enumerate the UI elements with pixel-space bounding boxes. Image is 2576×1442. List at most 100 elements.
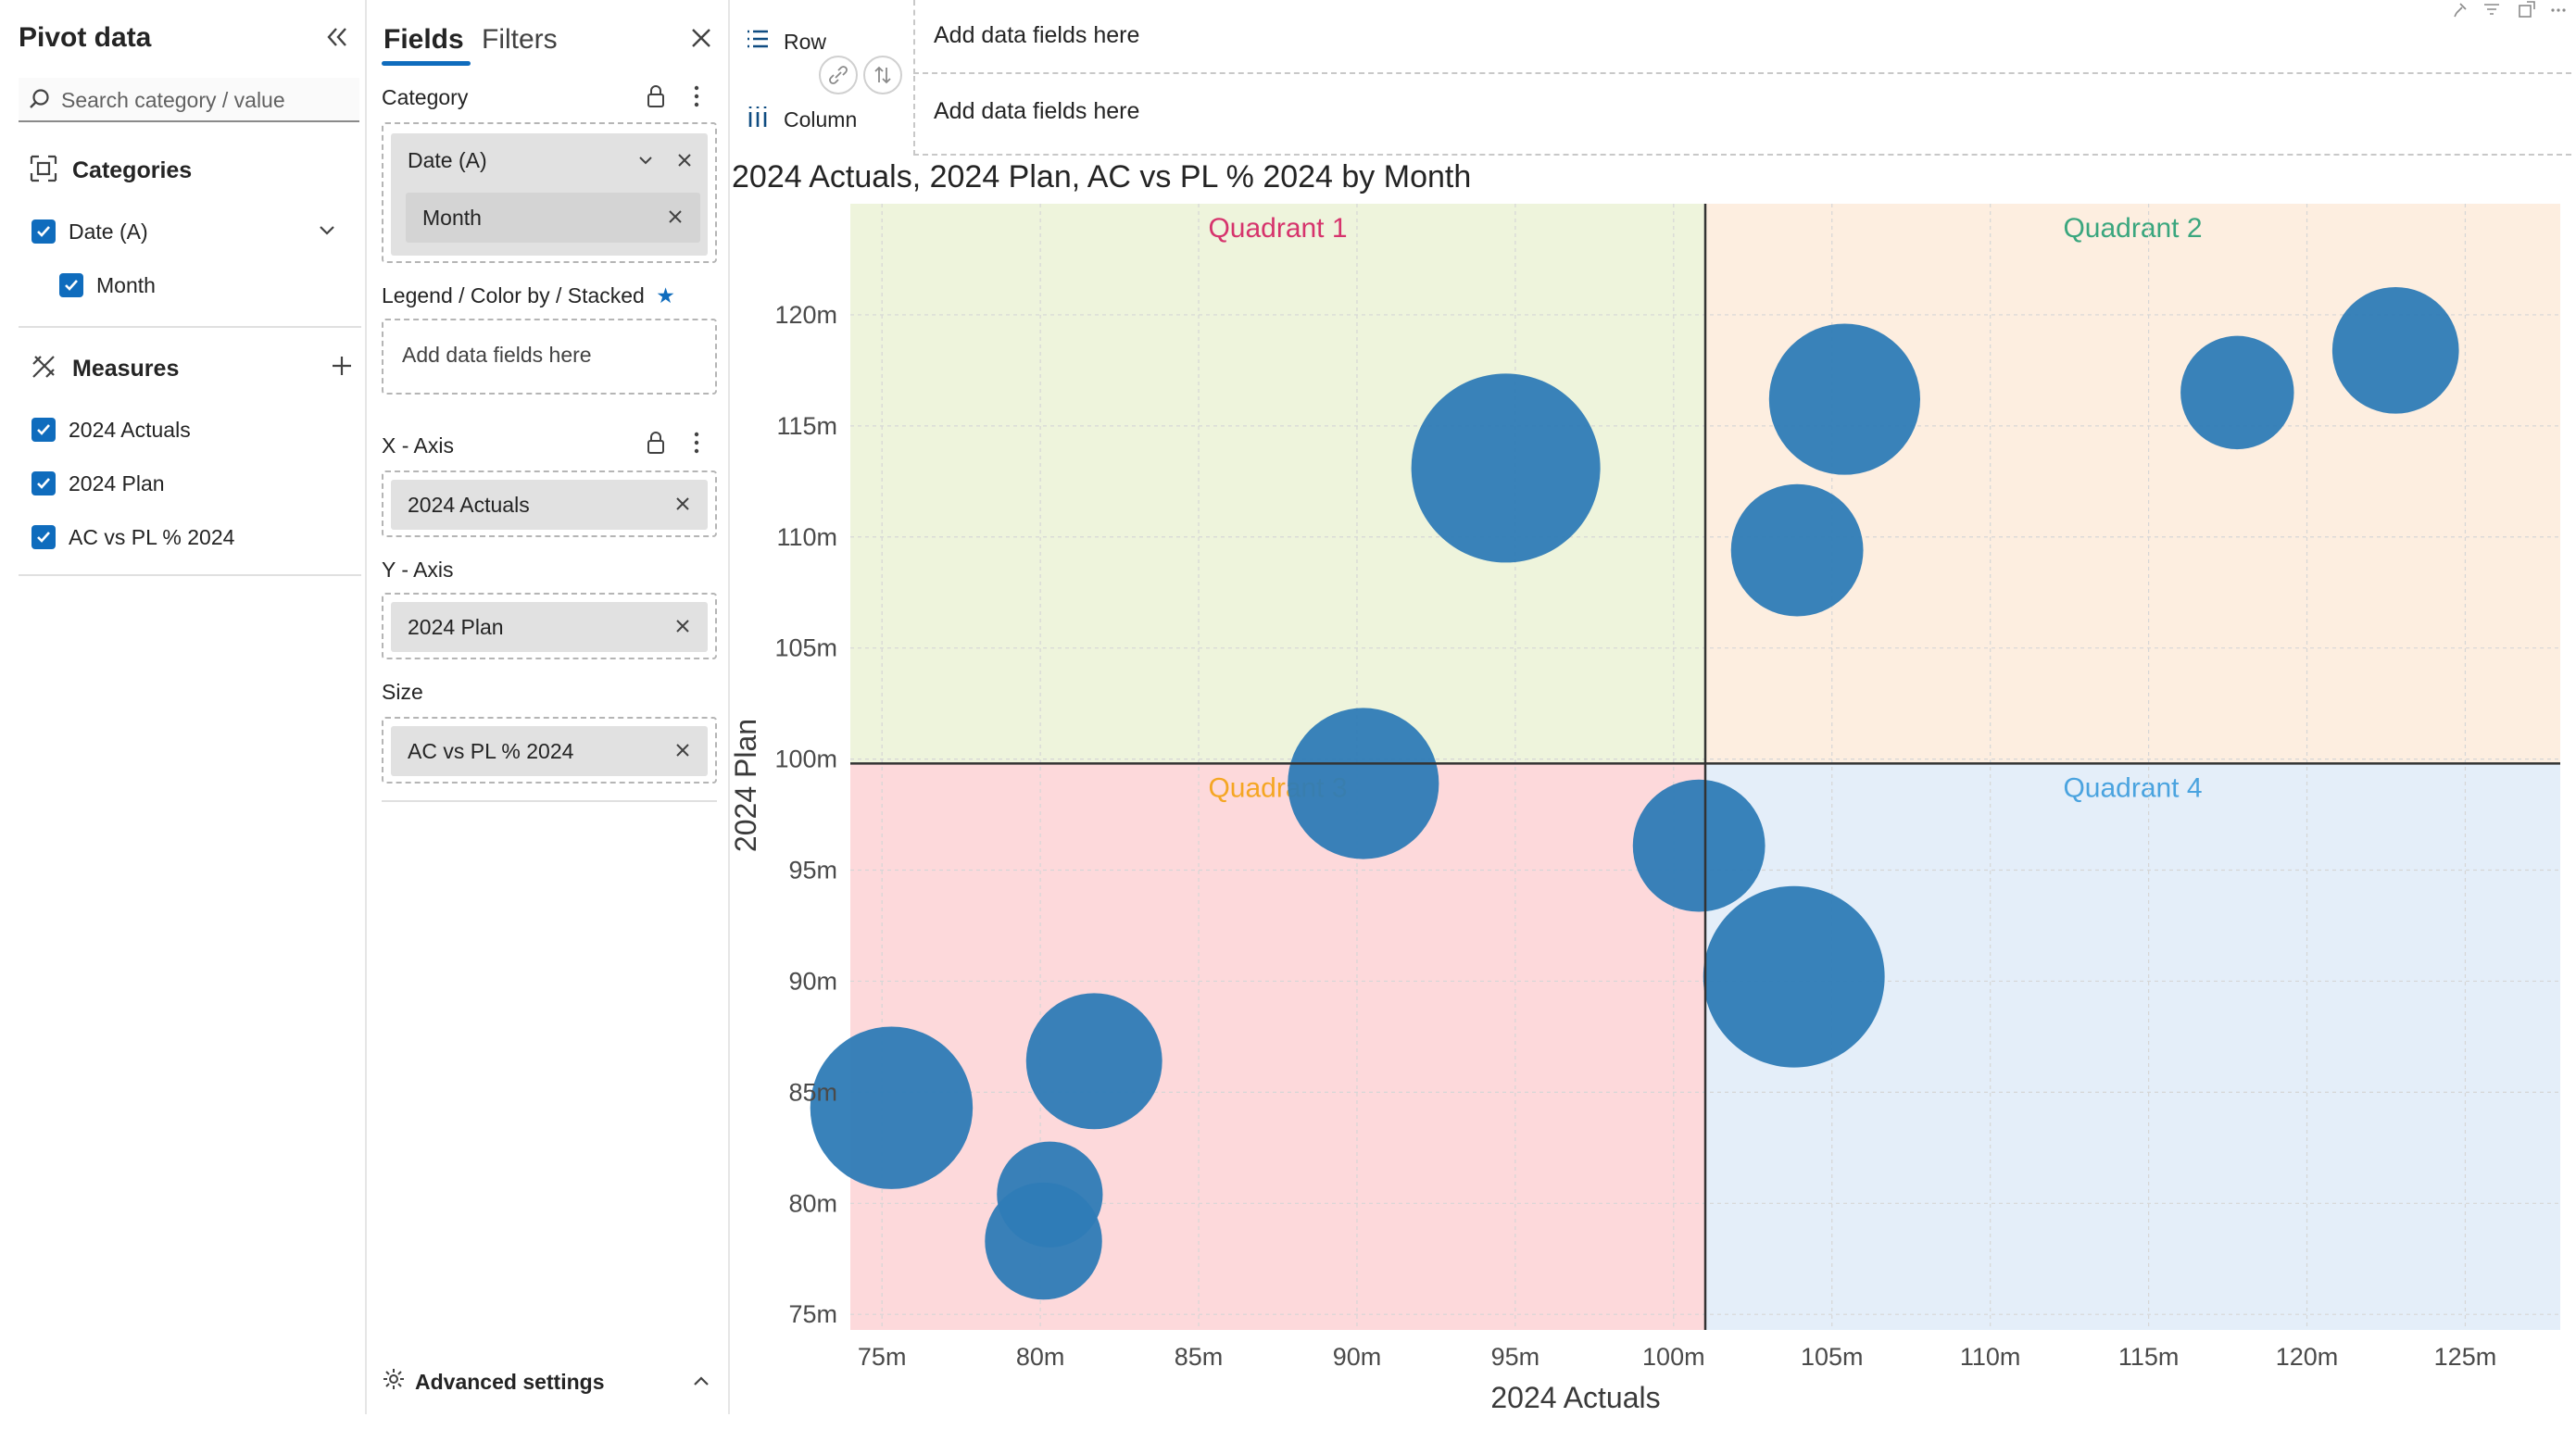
x-tick-label: 115m — [2118, 1343, 2180, 1371]
measure-item[interactable]: 2024 Plan — [31, 467, 165, 500]
checkbox-checked[interactable] — [31, 471, 56, 495]
more-options-icon[interactable] — [684, 430, 710, 456]
yaxis-well[interactable]: 2024 Plan — [382, 593, 717, 659]
measure-item[interactable]: 2024 Actuals — [31, 413, 191, 446]
row-drop-zone[interactable]: Add data fields here — [913, 0, 2571, 74]
y-tick-label: 100m — [774, 746, 837, 773]
expand-icon[interactable] — [2519, 1, 2535, 18]
x-tick-label: 95m — [1491, 1343, 1540, 1371]
x-tick-label: 100m — [1642, 1343, 1705, 1371]
x-tick-label: 110m — [1960, 1343, 2021, 1371]
measure-item[interactable]: AC vs PL % 2024 — [31, 520, 234, 554]
remove-icon[interactable] — [672, 494, 695, 516]
search-icon — [28, 87, 52, 111]
star-icon: ★ — [656, 283, 675, 307]
chevron-down-icon[interactable] — [635, 150, 656, 176]
categories-icon — [28, 153, 59, 189]
bubble-point — [1025, 993, 1162, 1130]
subcategory-chip-label: Month — [422, 205, 482, 230]
y-tick-label: 75m — [788, 1300, 837, 1328]
chart-title: 2024 Actuals, 2024 Plan, AC vs PL % 2024… — [732, 159, 1472, 194]
checkbox-checked[interactable] — [31, 219, 56, 244]
bubble-point — [810, 1026, 974, 1189]
more-icon[interactable] — [2551, 8, 2566, 12]
yaxis-chip[interactable]: 2024 Plan — [391, 602, 708, 652]
add-measure-icon[interactable] — [328, 352, 356, 380]
filter-icon[interactable] — [2484, 4, 2499, 15]
column-drop-zone[interactable]: Add data fields here — [913, 76, 2571, 156]
bubble-point — [985, 1182, 1102, 1300]
more-options-icon[interactable] — [684, 83, 710, 109]
collapse-pane-icon[interactable] — [320, 20, 354, 54]
category-item-label: Date (A) — [69, 219, 148, 244]
remove-icon[interactable] — [674, 150, 695, 176]
size-chip-label: AC vs PL % 2024 — [408, 738, 574, 763]
lock-icon[interactable] — [643, 83, 669, 109]
size-well-label: Size — [382, 680, 423, 704]
close-icon[interactable] — [685, 22, 717, 54]
measures-header: Measures — [28, 350, 179, 387]
fields-pane: Fields Filters Category Date (A) Month L… — [369, 0, 730, 1414]
quadrant-3-area — [850, 763, 1705, 1330]
section-divider — [19, 326, 361, 328]
x-tick-label: 75m — [858, 1343, 907, 1371]
category-well[interactable]: Date (A) Month — [382, 122, 717, 263]
subcategory-chip[interactable]: Month — [406, 193, 700, 243]
bubble-point — [1730, 483, 1864, 617]
column-well-label: Column — [745, 104, 857, 135]
y-axis-title: 2024 Plan — [729, 719, 762, 852]
measure-item-label: 2024 Actuals — [69, 417, 191, 442]
section-divider — [382, 800, 717, 802]
row-placeholder: Add data fields here — [934, 22, 1140, 48]
advanced-settings-label: Advanced settings — [415, 1369, 605, 1394]
measure-item-label: 2024 Plan — [69, 470, 165, 495]
link-icon[interactable] — [819, 56, 858, 94]
remove-icon[interactable] — [672, 616, 695, 638]
row-label: Row — [784, 29, 827, 54]
quadrant-label: Quadrant 2 — [2063, 213, 2202, 244]
bubble-point — [2331, 286, 2459, 414]
search-input[interactable] — [61, 83, 348, 117]
pane-title: Pivot data — [19, 22, 152, 53]
pivot-data-pane: Pivot data Categories Date (A) Month Mea… — [6, 0, 367, 1414]
lock-icon[interactable] — [643, 430, 669, 456]
checkbox-checked[interactable] — [59, 273, 83, 297]
category-item-label: Month — [96, 272, 156, 297]
category-item-date[interactable]: Date (A) — [31, 215, 148, 248]
bubble-point — [2180, 335, 2294, 450]
checkbox-checked[interactable] — [31, 525, 56, 549]
y-tick-label: 95m — [788, 857, 837, 884]
legend-label-text: Legend / Color by / Stacked — [382, 283, 645, 307]
xaxis-chip[interactable]: 2024 Actuals — [391, 480, 708, 530]
legend-well[interactable]: Add data fields here — [382, 319, 717, 395]
yaxis-well-label: Y - Axis — [382, 558, 454, 582]
category-chip[interactable]: Date (A) Month — [391, 133, 708, 256]
xaxis-chip-label: 2024 Actuals — [408, 492, 530, 517]
category-item-month[interactable]: Month — [59, 269, 156, 302]
xaxis-well-label: X - Axis — [382, 433, 454, 458]
y-tick-label: 85m — [788, 1078, 837, 1106]
yaxis-chip-label: 2024 Plan — [408, 614, 504, 639]
swap-icon[interactable] — [863, 56, 902, 94]
column-icon — [745, 104, 771, 135]
y-tick-label: 120m — [774, 301, 837, 329]
chevron-down-icon[interactable] — [315, 219, 339, 243]
tab-fields[interactable]: Fields — [383, 24, 464, 56]
size-well[interactable]: AC vs PL % 2024 — [382, 717, 717, 784]
size-chip[interactable]: AC vs PL % 2024 — [391, 726, 708, 776]
section-divider — [19, 574, 361, 576]
remove-icon[interactable] — [665, 207, 687, 229]
bubble-point — [1288, 708, 1439, 859]
remove-icon[interactable] — [672, 740, 695, 762]
chevron-up-icon[interactable] — [689, 1369, 713, 1393]
bubble-point — [1703, 885, 1885, 1068]
pin-icon[interactable] — [2454, 3, 2467, 18]
y-tick-label: 90m — [788, 967, 837, 995]
column-placeholder: Add data fields here — [934, 98, 1140, 124]
checkbox-checked[interactable] — [31, 418, 56, 442]
search-box — [19, 78, 359, 122]
active-tab-indicator — [382, 61, 471, 66]
tab-filters[interactable]: Filters — [482, 24, 558, 56]
advanced-settings-toggle[interactable]: Advanced settings — [382, 1367, 605, 1397]
xaxis-well[interactable]: 2024 Actuals — [382, 470, 717, 537]
